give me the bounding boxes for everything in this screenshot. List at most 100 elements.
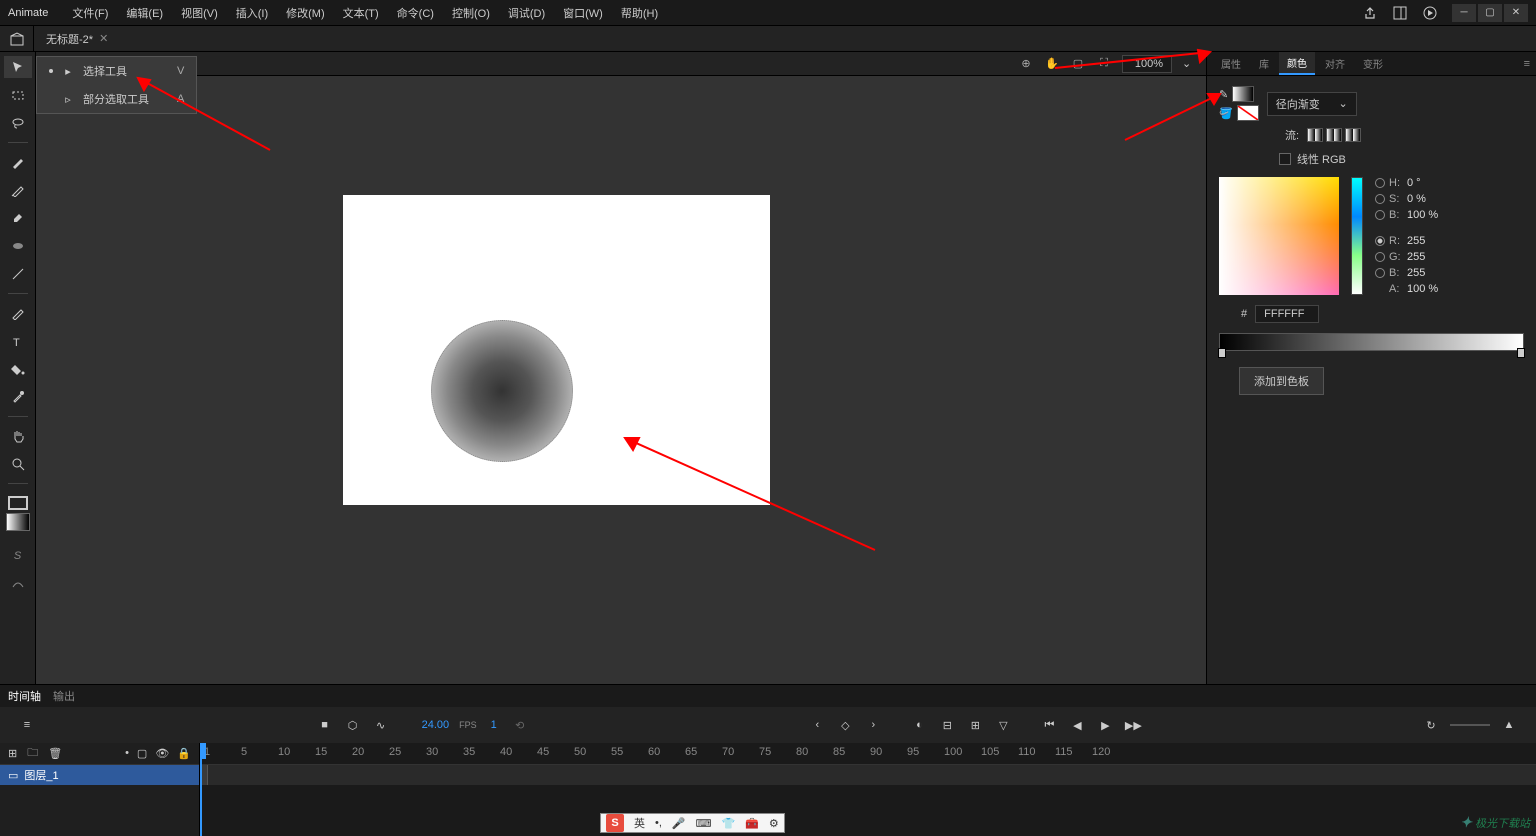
oval-tool[interactable] [4,235,32,257]
radio-s[interactable] [1375,194,1385,204]
menu-modify[interactable]: 修改(M) [278,1,333,25]
frame-ruler[interactable]: 1510152025303540455055606570758085909510… [200,743,1536,836]
zoom-tool[interactable] [4,453,32,475]
highlight-icon[interactable]: • [125,747,129,760]
pen-tool[interactable] [4,151,32,173]
zoom-slider[interactable] [1450,724,1490,726]
tab-library[interactable]: 库 [1251,53,1277,74]
paint-bucket-tool[interactable] [4,358,32,380]
camera-icon[interactable]: ■ [316,716,334,734]
onion-icon[interactable]: ∿ [372,716,390,734]
menu-view[interactable]: 视图(V) [173,1,226,25]
tab-transform[interactable]: 变形 [1355,53,1391,74]
add-folder-icon[interactable]: 🗀 [27,744,38,763]
play-button[interactable]: ▶ [1096,716,1114,734]
subselection-tool[interactable] [4,84,32,106]
saturation-brightness-picker[interactable] [1219,177,1339,295]
scrub-icon[interactable]: ⟲ [511,716,529,734]
center-stage-icon[interactable]: ⊕ [1018,56,1034,72]
workspace-icon[interactable] [1392,5,1408,21]
zoom-input[interactable]: 100% [1122,55,1172,73]
graph-icon[interactable]: ⬡ [344,716,362,734]
ime-lang[interactable]: 英 [629,815,650,831]
layer-name[interactable]: 图层_1 [24,767,58,783]
text-tool[interactable]: T [4,330,32,352]
outline-icon[interactable]: ▢ [137,747,147,760]
stage[interactable] [343,195,770,505]
playhead[interactable] [200,743,202,836]
fit-icon[interactable]: ⛶ [1096,56,1112,72]
share-icon[interactable] [1362,5,1378,21]
menu-help[interactable]: 帮助(H) [613,1,666,25]
stroke-color-swatch[interactable] [8,496,28,510]
tab-properties[interactable]: 属性 [1213,53,1249,74]
ime-toolbox-icon[interactable]: 🧰 [740,817,764,830]
visibility-icon[interactable]: 👁 [155,747,169,760]
tab-output[interactable]: 输出 [53,688,75,704]
fps-value[interactable]: 24.00 [422,719,450,731]
stage-viewport[interactable] [36,76,1206,684]
ime-keyboard-icon[interactable]: ⌨ [691,817,717,830]
selection-tool[interactable] [4,56,32,78]
tab-timeline[interactable]: 时间轴 [8,688,41,704]
ime-toolbar[interactable]: S 英 •, 🎤 ⌨ 👕 🧰 ⚙ [600,813,785,833]
hand-tool[interactable] [4,425,32,447]
layer-row[interactable]: ▭ 图层_1 [0,765,199,785]
next-keyframe-button[interactable]: › [864,716,882,734]
stroke-swatch[interactable] [1232,86,1254,102]
hex-input[interactable]: FFFFFF [1255,305,1319,323]
onion-skin-button[interactable]: ◐ [910,716,928,734]
gradient-type-dropdown[interactable]: 径向渐变 ⌄ [1267,92,1357,116]
radio-g[interactable] [1375,252,1385,262]
tab-align[interactable]: 对齐 [1317,53,1353,74]
edit-multiple-button[interactable]: ⊞ [966,716,984,734]
zoom-dropdown[interactable]: ⌄ [1182,57,1198,70]
snap-tool[interactable]: S [4,545,32,567]
pencil-tool[interactable] [4,302,32,324]
prev-keyframe-button[interactable]: ‹ [808,716,826,734]
menu-command[interactable]: 命令(C) [389,1,442,25]
playhead-head[interactable] [200,743,206,759]
layers-icon[interactable]: ≡ [18,716,36,734]
clip-icon[interactable]: ▢ [1070,56,1086,72]
menu-edit[interactable]: 编辑(E) [118,1,171,25]
gradient-stop-left[interactable] [1218,348,1226,358]
add-layer-icon[interactable]: ⊞ [8,747,17,760]
minimize-button[interactable]: ─ [1452,4,1476,22]
menu-debug[interactable]: 调试(D) [500,1,553,25]
eyedropper-tool[interactable] [4,386,32,408]
delete-layer-icon[interactable]: 🗑 [48,747,62,760]
radial-gradient-circle[interactable] [431,320,573,462]
loop-button[interactable]: ↻ [1422,716,1440,734]
panel-menu-icon[interactable]: ≡ [1524,58,1530,70]
onion-outline-button[interactable]: ⊟ [938,716,956,734]
tab-color[interactable]: 颜色 [1279,52,1315,75]
frame-track[interactable] [200,765,1536,785]
home-icon[interactable] [0,26,34,52]
timeline-zoom-icon[interactable]: ▲ [1500,716,1518,734]
smooth-tool[interactable] [4,573,32,595]
step-forward-button[interactable]: ▶▶ [1124,716,1142,734]
insert-keyframe-button[interactable]: ◇ [836,716,854,734]
flow-reflect[interactable] [1326,128,1342,142]
rotate-icon[interactable]: ✋ [1044,56,1060,72]
close-button[interactable]: ✕ [1504,4,1528,22]
flyout-selection-tool[interactable]: ▸ 选择工具 V [37,57,196,85]
eraser-tool[interactable] [4,207,32,229]
step-back-button[interactable]: ◀ [1068,716,1086,734]
marker-button[interactable]: ▽ [994,716,1012,734]
radio-h[interactable] [1375,178,1385,188]
document-tab[interactable]: 无标题-2* ✕ [34,27,120,51]
ime-punct-icon[interactable]: •, [650,817,667,829]
flow-extend[interactable] [1307,128,1323,142]
brush-tool[interactable] [4,179,32,201]
ime-mic-icon[interactable]: 🎤 [667,817,691,830]
play-icon[interactable] [1422,5,1438,21]
menu-window[interactable]: 窗口(W) [555,1,611,25]
menu-insert[interactable]: 插入(I) [228,1,276,25]
flow-repeat[interactable] [1345,128,1361,142]
lasso-tool[interactable] [4,112,32,134]
ime-settings-icon[interactable]: ⚙ [764,817,784,830]
maximize-button[interactable]: ▢ [1478,4,1502,22]
flyout-subselection-tool[interactable]: ▹ 部分选取工具 A [37,85,196,113]
